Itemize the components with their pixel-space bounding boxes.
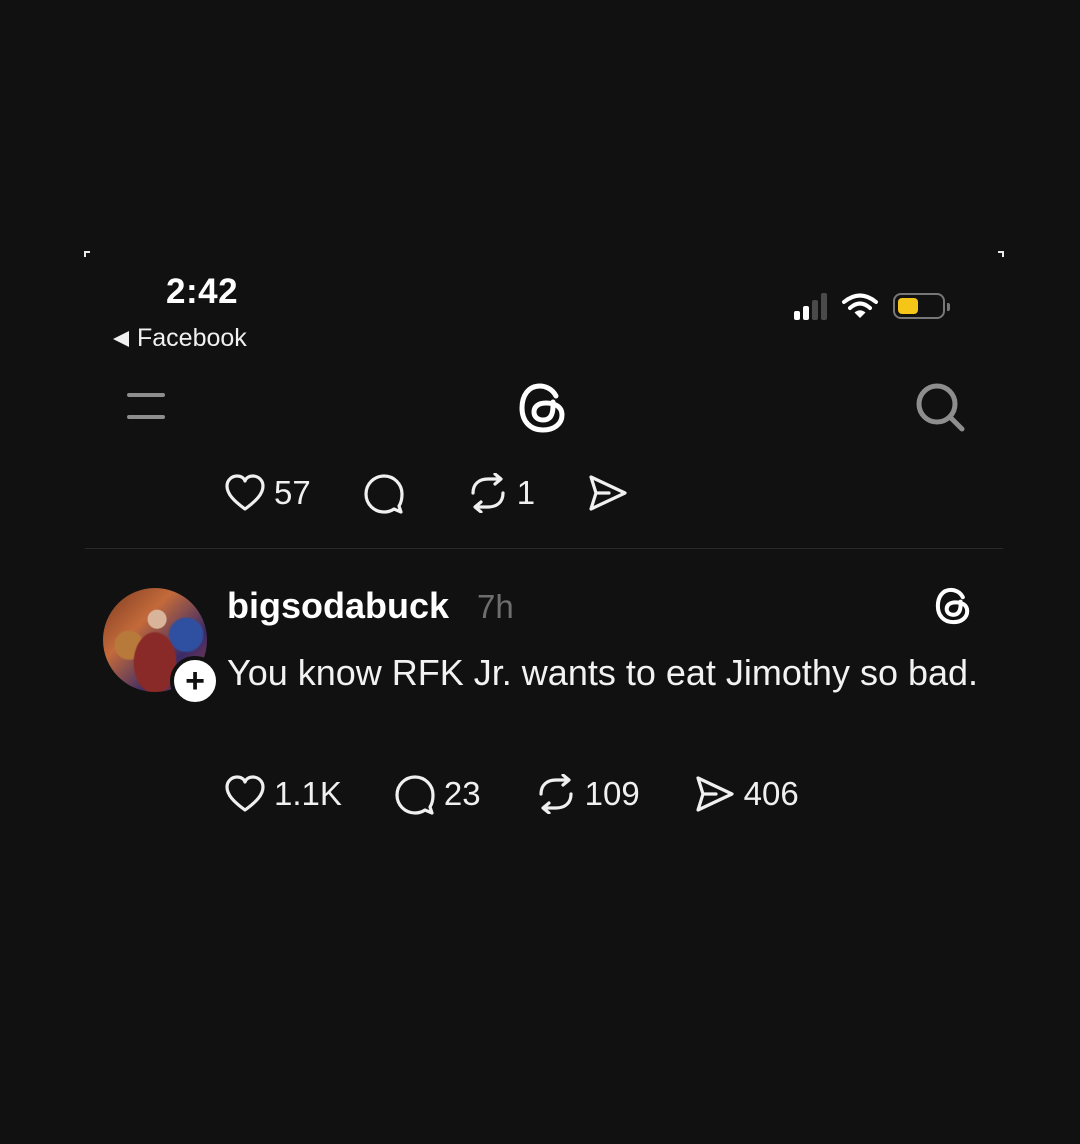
heart-icon (225, 775, 265, 812)
heart-icon (225, 474, 265, 511)
repost-icon (539, 774, 573, 814)
crop-corner-top-right (998, 251, 1004, 257)
like-count: 57 (274, 474, 311, 511)
like-button[interactable]: 57 (224, 473, 311, 513)
battery-icon (893, 293, 950, 319)
like-count: 1.1K (274, 775, 342, 812)
repost-count: 109 (584, 775, 640, 812)
previous-post-actions: 57 1 (224, 472, 637, 514)
threads-logo-icon[interactable] (514, 378, 574, 438)
status-indicators (794, 292, 950, 320)
post-divider (85, 548, 1003, 549)
send-icon (696, 776, 734, 812)
repost-button[interactable]: 109 (535, 774, 640, 814)
repost-count: 1 (516, 474, 536, 511)
repost-icon (471, 473, 505, 513)
post-timestamp: 7h (477, 588, 514, 625)
share-count: 406 (743, 775, 799, 812)
back-to-app-link[interactable]: Facebook (113, 324, 247, 353)
post-username[interactable]: bigsodabuck (227, 585, 449, 627)
comment-bubble-icon (395, 775, 435, 815)
back-link-label: Facebook (137, 324, 247, 352)
screenshot-frame: 2:42 Facebook 57 1 + bigsodabuck 7h You … (0, 0, 1080, 1144)
threads-logo-icon (935, 587, 970, 625)
battery-level (898, 298, 918, 314)
back-arrow-icon (113, 330, 129, 347)
crop-corner-top-left (84, 251, 90, 257)
share-button[interactable]: 406 (694, 774, 799, 814)
reply-button[interactable] (363, 472, 413, 514)
follow-button[interactable]: + (170, 656, 220, 706)
menu-button[interactable] (127, 389, 167, 421)
repost-button[interactable]: 1 (467, 473, 535, 513)
share-button[interactable] (587, 473, 637, 513)
status-time: 2:42 (166, 272, 239, 311)
like-button[interactable]: 1.1K (224, 774, 342, 814)
reply-button[interactable]: 23 (394, 773, 481, 815)
search-icon[interactable] (913, 380, 967, 434)
cellular-signal-icon (794, 292, 827, 320)
comment-bubble-icon (364, 474, 404, 514)
wifi-icon (842, 293, 878, 318)
reply-count: 23 (443, 775, 481, 812)
post-text: You know RFK Jr. wants to eat Jimothy so… (227, 652, 979, 693)
post-actions: 1.1K 23 109 406 (224, 773, 799, 815)
hamburger-icon (127, 393, 165, 397)
send-icon (589, 475, 627, 511)
